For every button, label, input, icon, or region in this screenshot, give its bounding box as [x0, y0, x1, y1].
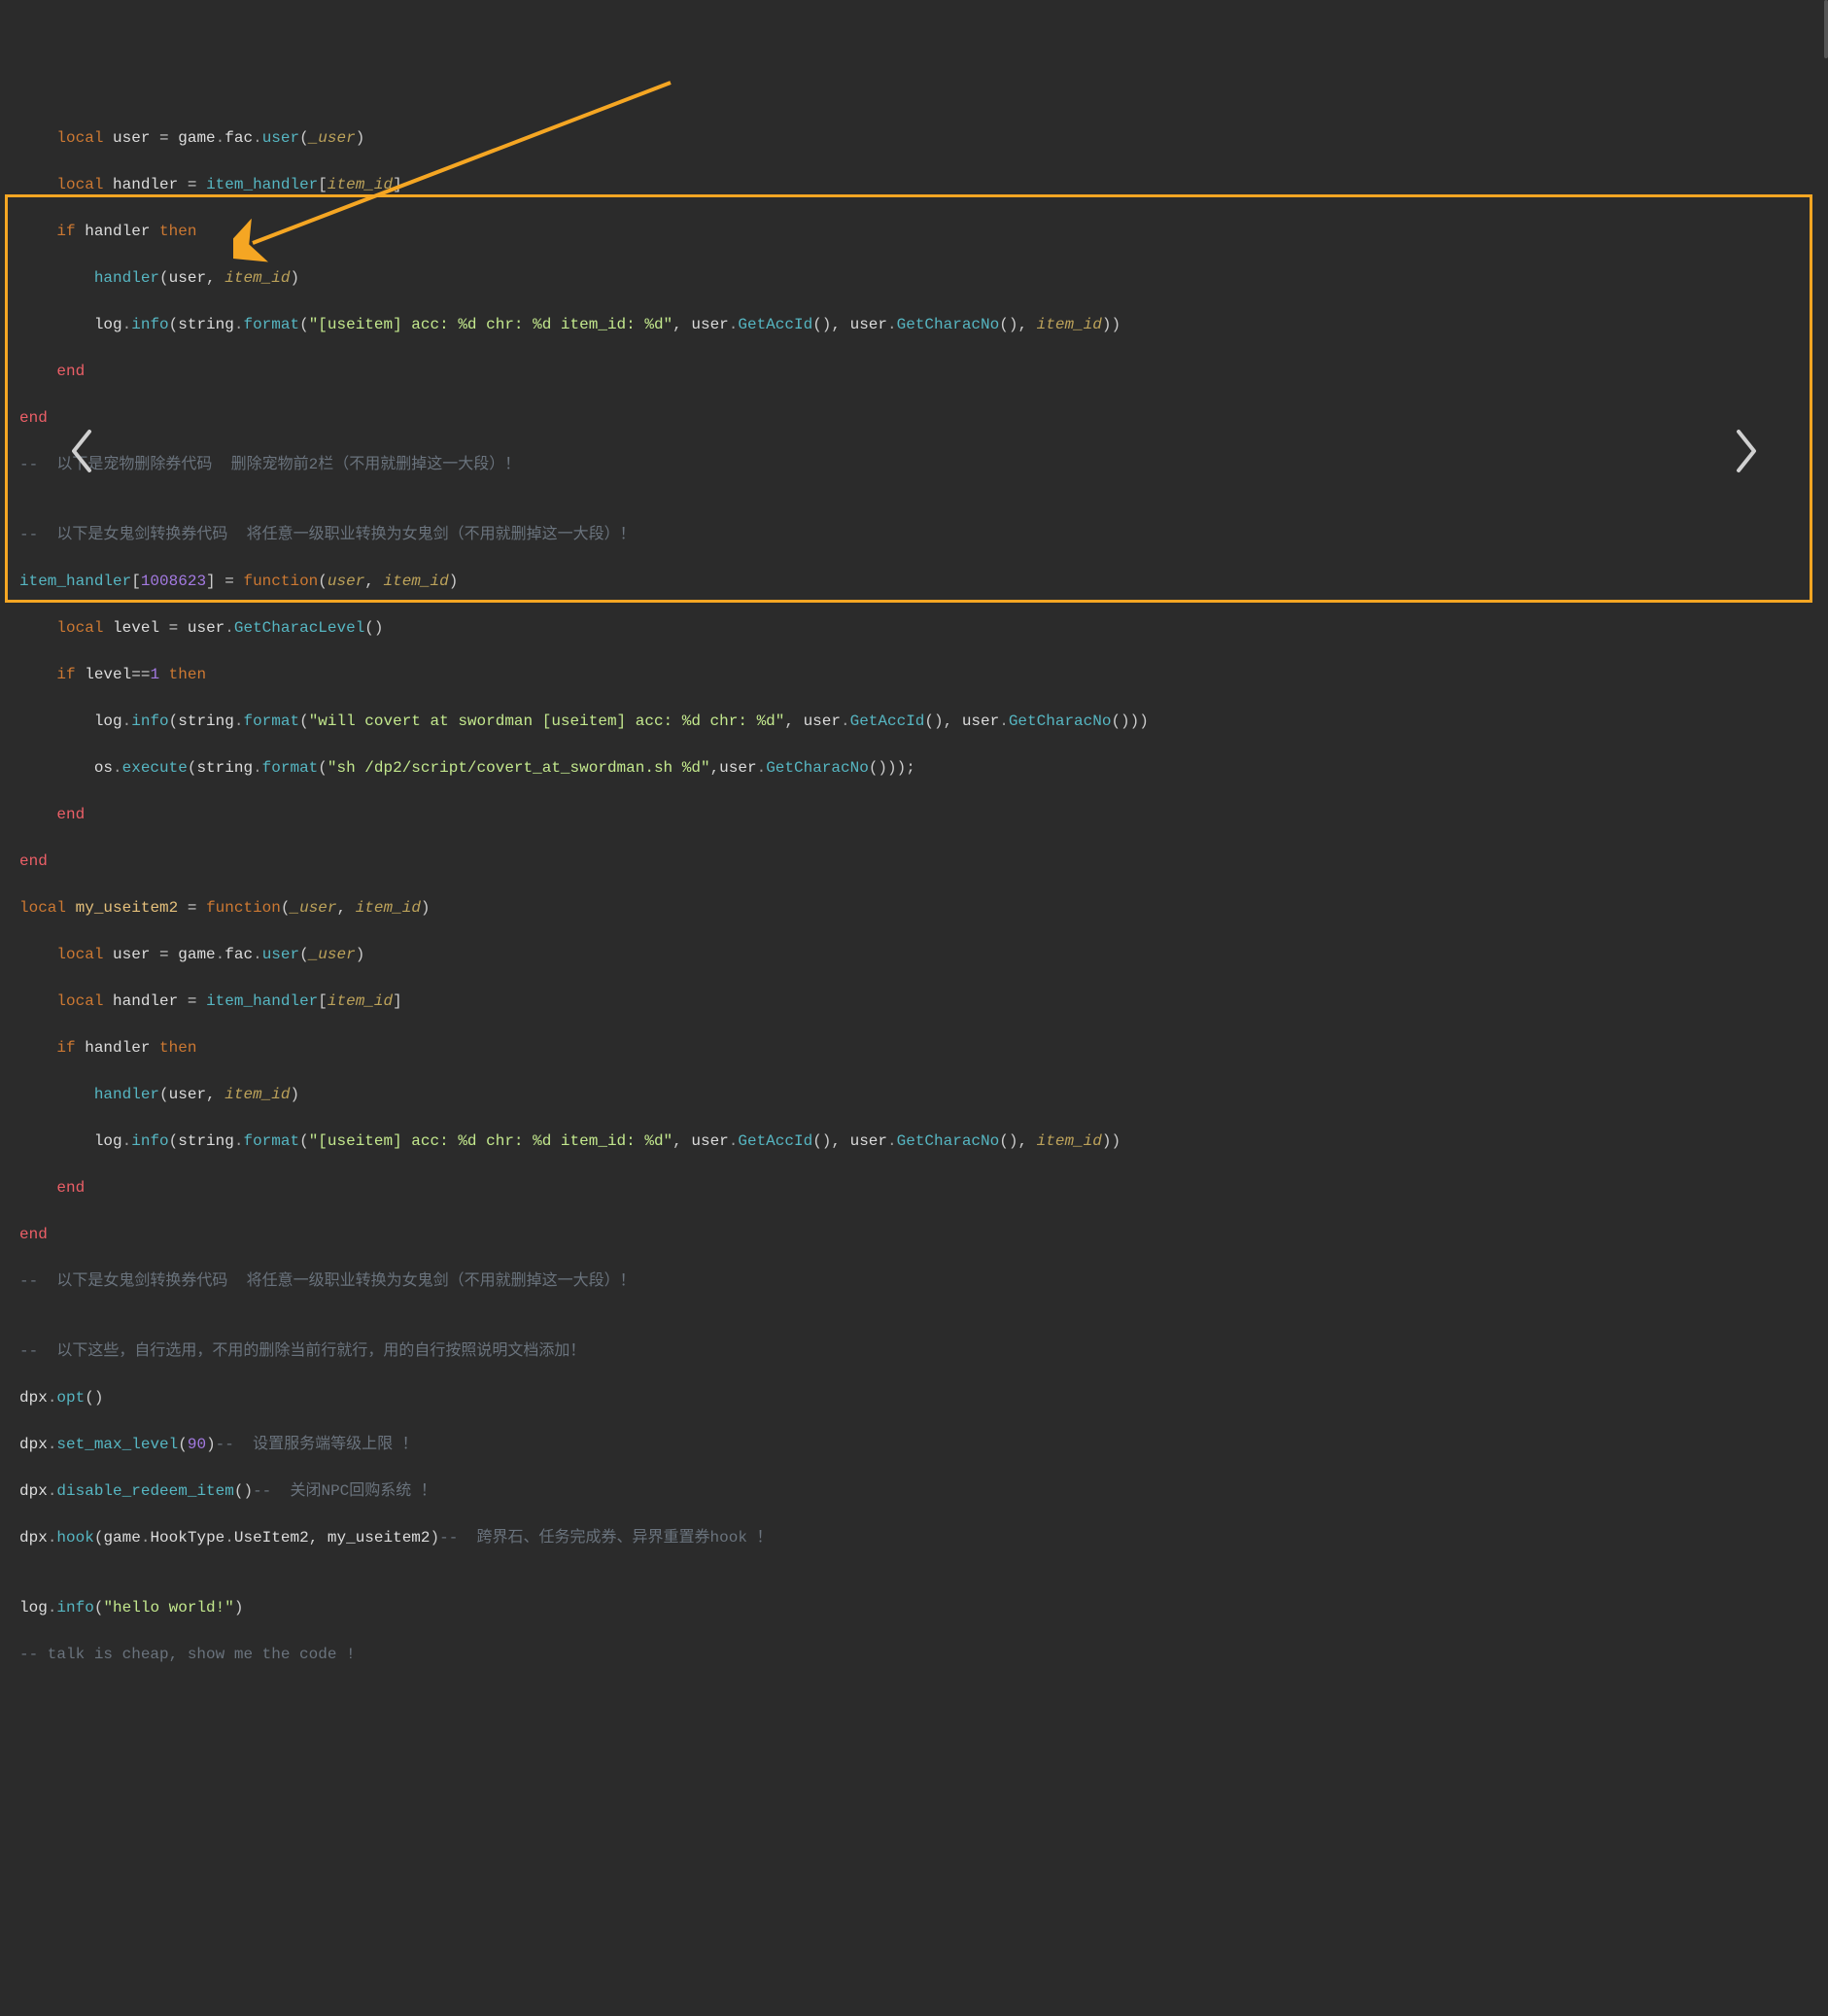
code-line: local handler = item_handler[item_id] — [19, 173, 1809, 196]
code-line: end — [19, 360, 1809, 383]
code-line: local handler = item_handler[item_id] — [19, 990, 1809, 1013]
code-line: local my_useitem2 = function(_user, item… — [19, 896, 1809, 920]
code-line: dpx.hook(game.HookType.UseItem2, my_usei… — [19, 1526, 1809, 1549]
code-line: log.info("hello world!") — [19, 1596, 1809, 1619]
code-line: log.info(string.format("will covert at s… — [19, 710, 1809, 733]
code-line: -- 以下是女鬼剑转换券代码 将任意一级职业转换为女鬼剑（不用就删掉这一大段）！ — [19, 523, 1809, 546]
code-line: handler(user, item_id) — [19, 1083, 1809, 1106]
code-line: local user = game.fac.user(_user) — [19, 943, 1809, 966]
code-line: end — [19, 803, 1809, 826]
code-editor-pane[interactable]: local user = game.fac.user(_user) local … — [19, 103, 1809, 1689]
code-line: log.info(string.format("[useitem] acc: %… — [19, 1130, 1809, 1153]
code-line: end — [19, 1223, 1809, 1246]
code-line: -- 以下是女鬼剑转换券代码 将任意一级职业转换为女鬼剑（不用就删掉这一大段）！ — [19, 1269, 1809, 1293]
code-line: end — [19, 850, 1809, 873]
chevron-right-icon — [1733, 428, 1760, 474]
code-line: -- talk is cheap, show me the code ! — [19, 1643, 1809, 1666]
code-line: local user = game.fac.user(_user) — [19, 126, 1809, 150]
code-line: if level==1 then — [19, 663, 1809, 686]
code-line: dpx.disable_redeem_item()-- 关闭NPC回购系统 ！ — [19, 1479, 1809, 1503]
code-line: log.info(string.format("[useitem] acc: %… — [19, 313, 1809, 336]
code-line: if handler then — [19, 1036, 1809, 1060]
code-line: os.execute(string.format("sh /dp2/script… — [19, 756, 1809, 780]
code-line: if handler then — [19, 220, 1809, 243]
gallery-prev-button[interactable] — [58, 428, 105, 474]
code-line: -- 以下是宠物删除券代码 删除宠物前2栏（不用就删掉这一大段）！ — [19, 453, 1809, 476]
code-line: dpx.opt() — [19, 1386, 1809, 1409]
code-line: end — [19, 1176, 1809, 1199]
code-line: -- 以下这些，自行选用，不用的删除当前行就行，用的自行按照说明文档添加！ — [19, 1339, 1809, 1363]
scrollbar-thumb[interactable] — [1824, 0, 1828, 58]
chevron-left-icon — [68, 428, 95, 474]
code-line: end — [19, 406, 1809, 430]
gallery-next-button[interactable] — [1723, 428, 1770, 474]
code-line: handler(user, item_id) — [19, 266, 1809, 290]
code-line: dpx.set_max_level(90)-- 设置服务端等级上限 ！ — [19, 1433, 1809, 1456]
code-line: item_handler[1008623] = function(user, i… — [19, 570, 1809, 593]
code-line: local level = user.GetCharacLevel() — [19, 616, 1809, 640]
